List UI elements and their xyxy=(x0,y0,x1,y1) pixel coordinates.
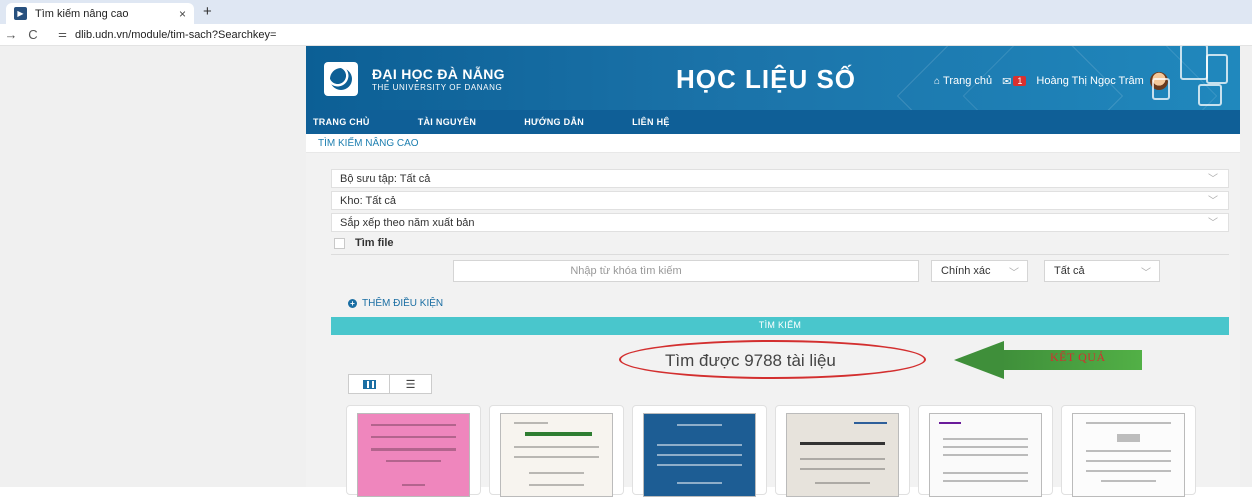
sort-select-value: Sắp xếp theo năm xuất bản xyxy=(340,217,475,229)
new-tab-button[interactable]: + xyxy=(203,3,212,20)
university-name-block: ĐẠI HỌC ĐÀ NẴNG THE UNIVERSITY OF DANANG xyxy=(372,66,505,92)
document-cover[interactable] xyxy=(643,413,756,497)
site-title: HỌC LIỆU SỐ xyxy=(676,64,857,94)
document-card[interactable] xyxy=(1061,405,1196,497)
nav-item-guide[interactable]: HƯỚNG DẪN xyxy=(520,117,584,127)
repository-select-value: Kho: Tất cả xyxy=(340,195,397,207)
match-select[interactable]: Chính xác ﹀ xyxy=(931,260,1028,282)
divider xyxy=(331,254,1229,255)
file-search-label: Tìm file xyxy=(355,237,394,249)
chevron-down-icon: ﹀ xyxy=(1009,268,1019,279)
browser-tab[interactable]: ▶ Tìm kiếm nâng cao × xyxy=(6,3,194,24)
document-card[interactable] xyxy=(775,405,910,497)
home-link[interactable]: Trang chủ xyxy=(943,75,992,87)
breadcrumb: TÌM KIẾM NÂNG CAO xyxy=(306,134,1240,153)
document-card[interactable] xyxy=(918,405,1053,497)
tab-close-icon[interactable]: × xyxy=(179,7,186,21)
result-count: Tìm được 9788 tài liệu xyxy=(665,351,836,370)
collection-select-value: Bộ sưu tập: Tất cả xyxy=(340,173,431,185)
add-condition-button[interactable]: + THÊM ĐIỀU KIỆN xyxy=(348,298,443,309)
match-select-value: Chính xác xyxy=(941,265,991,277)
add-condition-label: THÊM ĐIỀU KIỆN xyxy=(362,298,444,309)
university-name: ĐẠI HỌC ĐÀ NẴNG xyxy=(372,66,505,82)
university-subtitle: THE UNIVERSITY OF DANANG xyxy=(372,83,503,92)
chevron-down-icon: ﹀ xyxy=(1208,218,1218,229)
back-arrow-icon[interactable]: → xyxy=(0,27,22,42)
nav-item-home[interactable]: TRANG CHỦ xyxy=(309,117,370,127)
field-select-value: Tất cả xyxy=(1054,265,1085,277)
main-nav: TRANG CHỦ TÀI NGUYÊN HƯỚNG DẪN LIÊN HỆ xyxy=(306,110,1240,134)
home-icon[interactable]: ⌂ xyxy=(934,76,940,87)
document-cover[interactable] xyxy=(500,413,613,497)
repository-select[interactable]: Kho: Tất cả ﹀ xyxy=(331,191,1229,210)
collection-select[interactable]: Bộ sưu tập: Tất cả ﹀ xyxy=(331,169,1229,188)
devices-illustration xyxy=(1140,46,1232,106)
nav-item-contact[interactable]: LIÊN HỆ xyxy=(628,117,670,127)
field-select[interactable]: Tất cả ﹀ xyxy=(1044,260,1160,282)
keyword-input[interactable]: Nhập từ khóa tìm kiếm xyxy=(453,260,919,282)
grid-icon xyxy=(362,379,376,389)
main-container: ĐẠI HỌC ĐÀ NẴNG THE UNIVERSITY OF DANANG… xyxy=(306,46,1240,497)
document-card[interactable] xyxy=(632,405,767,497)
list-view-button[interactable]: ☰ xyxy=(390,375,431,393)
view-toggle: ☰ xyxy=(348,374,432,394)
user-name[interactable]: Hoàng Thị Ngọc Trâm xyxy=(1036,75,1143,87)
chevron-down-icon: ﹀ xyxy=(1208,174,1218,185)
plus-circle-icon: + xyxy=(348,299,357,308)
reload-icon[interactable]: C xyxy=(22,27,44,42)
document-cover[interactable] xyxy=(357,413,470,497)
notification-badge[interactable]: 1 xyxy=(1013,76,1027,86)
document-cover[interactable] xyxy=(1072,413,1185,497)
nav-item-resources[interactable]: TÀI NGUYÊN xyxy=(414,117,477,127)
keyword-placeholder: Nhập từ khóa tìm kiếm xyxy=(570,265,682,277)
document-card[interactable] xyxy=(489,405,624,497)
chevron-down-icon: ﹀ xyxy=(1208,196,1218,207)
list-icon: ☰ xyxy=(405,378,416,391)
search-button[interactable]: TÌM KIẾM xyxy=(331,317,1229,335)
chevron-down-icon: ﹀ xyxy=(1141,268,1151,279)
browser-tab-bar: ▶ Tìm kiếm nâng cao × + xyxy=(0,0,1252,24)
file-search-checkbox-row[interactable]: Tìm file xyxy=(334,237,394,249)
mail-icon[interactable]: ✉ xyxy=(1002,75,1011,88)
university-logo[interactable] xyxy=(324,62,358,96)
advanced-search-form: Bộ sưu tập: Tất cả ﹀ Kho: Tất cả ﹀ Sắp x… xyxy=(306,153,1240,497)
document-grid xyxy=(346,405,1226,497)
site-favicon-icon: ▶ xyxy=(14,7,27,20)
user-area: ⌂ Trang chủ ✉ 1 Hoàng Thị Ngọc Trâm xyxy=(934,72,1168,90)
annotation-label: KẾT QUẢ xyxy=(1050,350,1106,364)
document-cover[interactable] xyxy=(929,413,1042,497)
document-cover[interactable] xyxy=(786,413,899,497)
site-info-icon[interactable]: ⚌ xyxy=(58,29,67,40)
grid-view-button[interactable] xyxy=(349,375,391,393)
address-bar-row: → C ⚌ dlib.udn.vn/module/tim-sach?Search… xyxy=(0,24,1252,46)
page-content: ĐẠI HỌC ĐÀ NẴNG THE UNIVERSITY OF DANANG… xyxy=(0,46,1252,497)
site-header-banner: ĐẠI HỌC ĐÀ NẴNG THE UNIVERSITY OF DANANG… xyxy=(306,46,1240,110)
document-card[interactable] xyxy=(346,405,481,497)
file-search-checkbox[interactable] xyxy=(334,237,345,249)
url-text[interactable]: dlib.udn.vn/module/tim-sach?Searchkey= xyxy=(75,29,276,41)
sort-select[interactable]: Sắp xếp theo năm xuất bản ﹀ xyxy=(331,213,1229,232)
tab-title: Tìm kiếm nâng cao xyxy=(35,7,129,20)
